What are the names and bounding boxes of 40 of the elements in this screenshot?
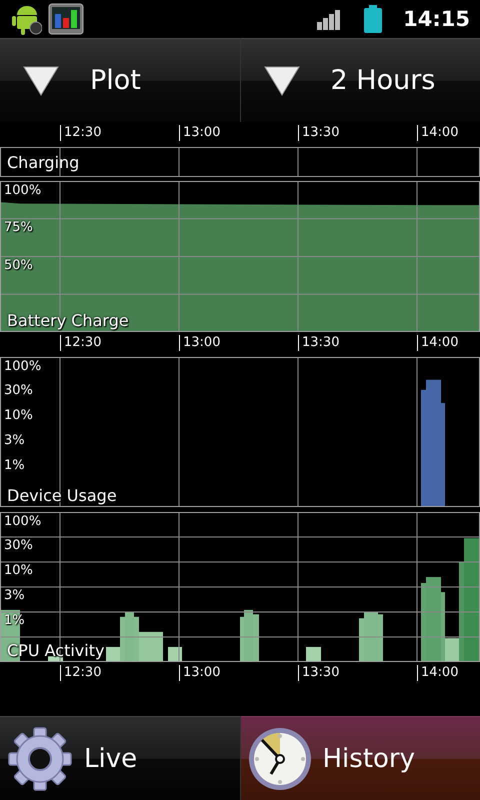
- clock-icon: [246, 726, 312, 792]
- charging-label: Charging: [6, 152, 80, 172]
- y-axis-label: 75%: [4, 220, 33, 235]
- time-label: 14:00: [417, 335, 458, 351]
- time-label: 13:30: [298, 335, 340, 351]
- gear-icon: [6, 724, 74, 792]
- bottom-tab[interactable]: History: [240, 716, 480, 800]
- bar-chart-app-icon: [48, 3, 84, 35]
- y-axis-label: 100%: [4, 183, 42, 198]
- time-label: 12:30: [60, 335, 102, 351]
- android-robot-icon: [12, 3, 42, 35]
- y-axis-label: 30%: [4, 538, 33, 553]
- time-label: 13:00: [179, 665, 220, 681]
- time-label: 14:00: [417, 125, 458, 141]
- dropdown-triangle-icon: [22, 64, 60, 98]
- chart-title: Battery Charge: [7, 311, 129, 330]
- y-axis-label: 100%: [4, 359, 42, 374]
- time-label: 14:00: [417, 665, 458, 681]
- time-label: 12:30: [60, 665, 102, 681]
- dropdown-spinner[interactable]: Plot: [0, 38, 240, 122]
- y-axis-label: 100%: [4, 514, 42, 529]
- time-label: 13:00: [179, 125, 220, 141]
- time-label: 12:30: [60, 125, 102, 141]
- dropdown-triangle-icon: [262, 64, 300, 98]
- battery-icon: [363, 5, 384, 33]
- dropdown-spinner[interactable]: 2 Hours: [240, 38, 480, 122]
- signal-strength-icon: [317, 8, 342, 30]
- y-axis-label: 30%: [4, 383, 33, 398]
- time-label: 13:30: [298, 665, 340, 681]
- chart-title: Device Usage: [7, 486, 117, 505]
- time-label: 13:30: [298, 125, 340, 141]
- time-label: 13:00: [179, 335, 220, 351]
- y-axis-label: 50%: [4, 258, 33, 272]
- y-axis-label: 10%: [4, 408, 33, 423]
- y-axis-label: 10%: [4, 563, 33, 578]
- y-axis-label: 1%: [4, 458, 25, 473]
- status-time: 14:15: [403, 7, 470, 31]
- y-axis-label: 3%: [4, 433, 25, 448]
- bottom-tab[interactable]: Live: [0, 716, 240, 800]
- y-axis-label: 3%: [4, 588, 25, 603]
